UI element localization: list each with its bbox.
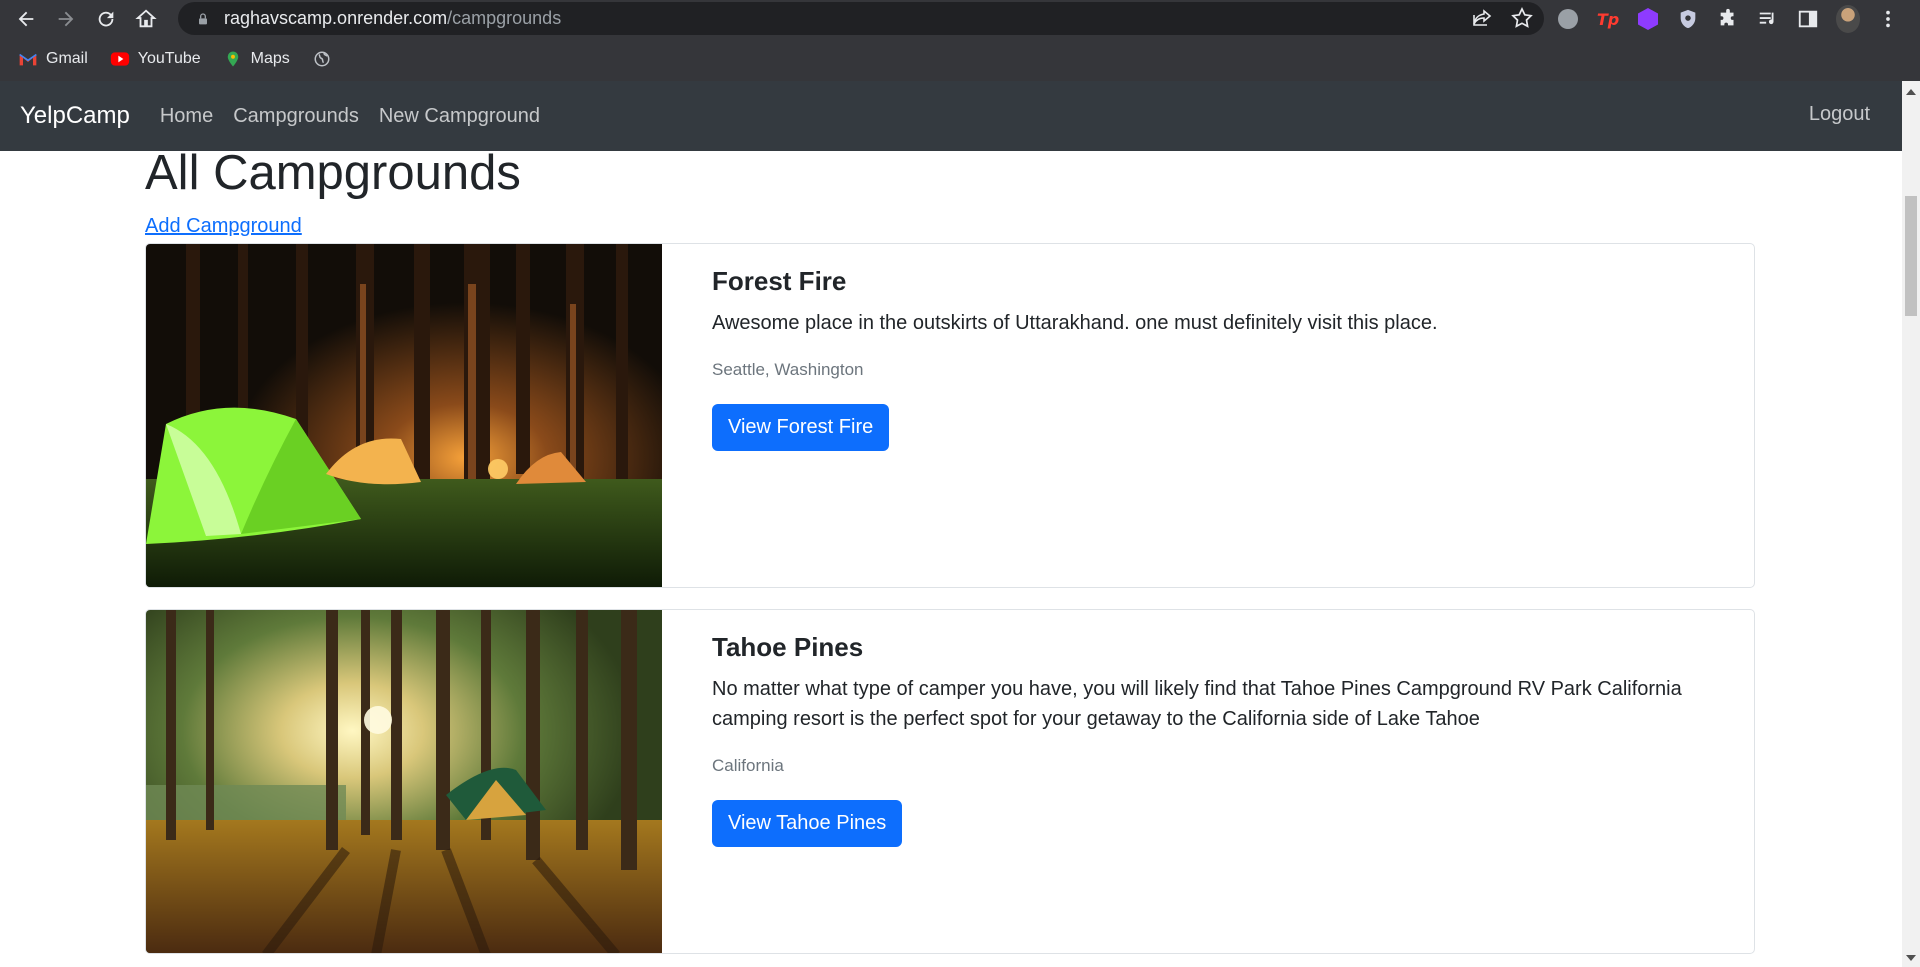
back-arrow-icon bbox=[18, 11, 34, 27]
url-host: raghavscamp.onrender.com bbox=[224, 8, 448, 28]
view-campground-button[interactable]: View Forest Fire bbox=[712, 404, 890, 451]
nav-new-campground[interactable]: New Campground bbox=[379, 105, 540, 128]
purple-extension-icon[interactable] bbox=[1636, 7, 1660, 31]
forward-button[interactable] bbox=[46, 1, 86, 37]
home-button[interactable] bbox=[126, 1, 166, 37]
card-title: Forest Fire bbox=[712, 266, 847, 296]
bookmark-youtube[interactable]: YouTube bbox=[110, 50, 201, 68]
nav-home[interactable]: Home bbox=[160, 105, 213, 128]
scroll-thumb[interactable] bbox=[1905, 196, 1917, 316]
home-icon bbox=[135, 9, 157, 28]
page-title: All Campgrounds bbox=[145, 151, 521, 200]
logout-link[interactable]: Logout bbox=[1809, 103, 1870, 126]
card-title: Tahoe Pines bbox=[712, 632, 864, 662]
card-body: Tahoe Pines No matter what type of campe… bbox=[712, 630, 1722, 847]
side-panel-icon[interactable] bbox=[1796, 7, 1820, 31]
gmail-icon bbox=[18, 50, 38, 68]
shield-extension-icon[interactable] bbox=[1676, 7, 1700, 31]
bookmark-label: Gmail bbox=[46, 50, 88, 67]
add-campground-link[interactable]: Add Campground bbox=[145, 215, 302, 238]
card-location: Seattle, Washington bbox=[712, 360, 864, 379]
bookmark-globe[interactable] bbox=[312, 50, 332, 68]
puzzle-icon[interactable] bbox=[1716, 7, 1740, 31]
nav-campgrounds[interactable]: Campgrounds bbox=[233, 105, 359, 128]
main-content: All Campgrounds Add Campground Forest Fi… bbox=[0, 151, 1902, 967]
scroll-down-arrow-icon[interactable] bbox=[1906, 955, 1916, 961]
brand-link[interactable]: YelpCamp bbox=[20, 102, 130, 130]
card-body: Forest Fire Awesome place in the outskir… bbox=[712, 264, 1722, 451]
share-icon[interactable] bbox=[1470, 6, 1494, 30]
reload-icon bbox=[98, 11, 114, 27]
bookmark-label: Maps bbox=[250, 50, 290, 67]
browser-chrome: raghavscamp.onrender.com/campgrounds Tp bbox=[0, 0, 1920, 81]
address-bar[interactable]: raghavscamp.onrender.com/campgrounds bbox=[178, 2, 1544, 35]
reload-button[interactable] bbox=[86, 1, 126, 37]
bookmark-label: YouTube bbox=[137, 50, 201, 67]
profile-avatar[interactable] bbox=[1836, 5, 1860, 33]
site-navbar: YelpCamp Home Campgrounds New Campground… bbox=[0, 81, 1902, 151]
maps-icon bbox=[223, 50, 243, 68]
url-path: /campgrounds bbox=[447, 8, 562, 28]
card-description: Awesome place in the outskirts of Uttara… bbox=[712, 312, 1438, 334]
browser-toolbar: raghavscamp.onrender.com/campgrounds Tp bbox=[0, 0, 1920, 38]
url-text: raghavscamp.onrender.com/campgrounds bbox=[224, 8, 561, 29]
youtube-icon bbox=[110, 50, 130, 68]
lock-icon bbox=[192, 8, 214, 30]
back-button[interactable] bbox=[6, 1, 46, 37]
card-location: California bbox=[712, 756, 784, 775]
globe-icon bbox=[312, 50, 332, 68]
campground-card: Tahoe Pines No matter what type of campe… bbox=[145, 609, 1755, 954]
bookmarks-bar: Gmail YouTube Maps bbox=[0, 42, 332, 76]
media-queue-icon[interactable] bbox=[1756, 7, 1780, 31]
more-menu-icon[interactable] bbox=[1876, 7, 1900, 31]
card-description: No matter what type of camper you have, … bbox=[712, 678, 1682, 730]
extensions-area: Tp bbox=[1556, 3, 1900, 35]
view-campground-button[interactable]: View Tahoe Pines bbox=[712, 800, 903, 847]
forward-arrow-icon bbox=[58, 11, 74, 27]
page-scrollbar[interactable] bbox=[1902, 81, 1920, 967]
scroll-up-arrow-icon[interactable] bbox=[1906, 89, 1916, 95]
bookmark-star-icon[interactable] bbox=[1510, 6, 1534, 30]
night-forest-tents-photo bbox=[146, 244, 662, 587]
pine-forest-lake-tent-photo bbox=[146, 610, 662, 953]
grey-extension-icon[interactable] bbox=[1556, 7, 1580, 31]
campground-card: Forest Fire Awesome place in the outskir… bbox=[145, 243, 1755, 588]
bookmark-maps[interactable]: Maps bbox=[223, 50, 290, 68]
tp-extension-icon[interactable]: Tp bbox=[1596, 7, 1620, 31]
bookmark-gmail[interactable]: Gmail bbox=[18, 50, 88, 68]
